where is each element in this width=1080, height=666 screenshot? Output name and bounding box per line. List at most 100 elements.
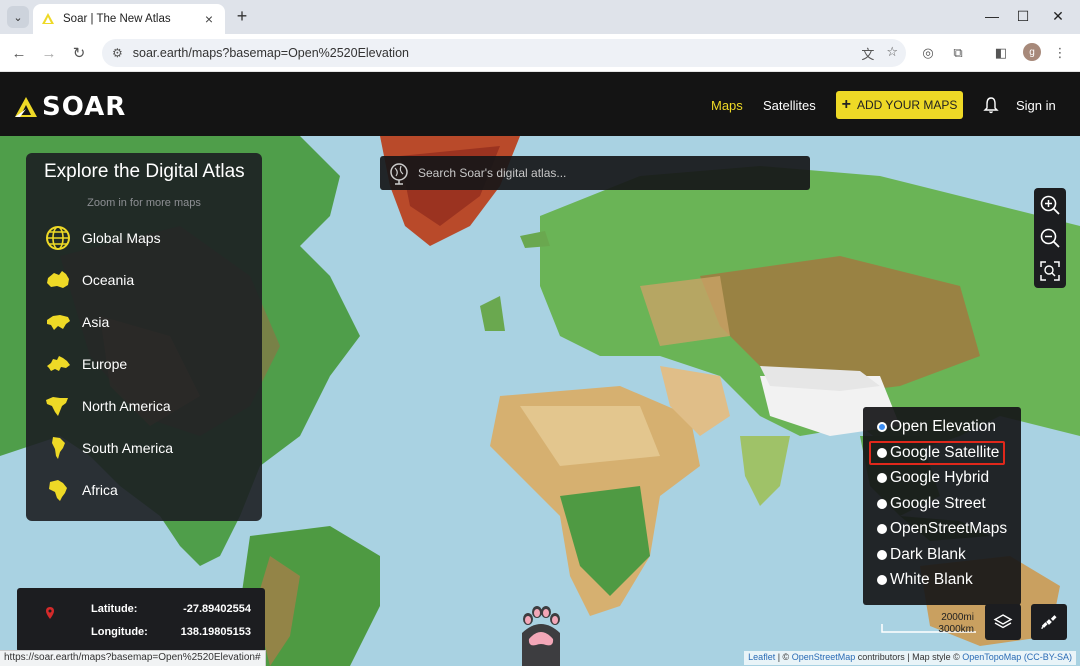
map-pin-icon [46, 607, 54, 619]
globe-search-icon [390, 163, 408, 185]
region-africa[interactable]: Africa [44, 476, 118, 504]
forward-button[interactable]: → [38, 42, 60, 64]
longitude-value: 138.19805153 [180, 626, 251, 638]
basemap-option-google-hybrid[interactable]: Google Hybrid [877, 467, 989, 489]
radio-selected-icon[interactable] [877, 422, 887, 432]
soar-logo[interactable]: SOAR [14, 92, 126, 122]
site-header: SOAR Maps Satellites + ADD YOUR MAPS Sig… [0, 72, 1080, 136]
basemap-option-dark-blank[interactable]: Dark Blank [877, 544, 966, 566]
zoom-out-icon [1040, 228, 1060, 248]
region-label: Europe [82, 356, 128, 372]
coordinates-panel: Latitude: -27.89402554 Longitude: 138.19… [17, 588, 265, 652]
explore-panel: Explore the Digital Atlas Zoom in for mo… [26, 153, 262, 521]
nav-satellites-link[interactable]: Satellites [763, 98, 816, 113]
tab-close-icon[interactable]: × [201, 11, 217, 27]
leaflet-link[interactable]: Leaflet [748, 652, 775, 662]
tab-strip: ⌄ Soar | The New Atlas × + — ☐ ✕ [0, 0, 1080, 34]
address-url: soar.earth/maps?basemap=Open%2520Elevati… [132, 46, 409, 60]
extension-icon[interactable]: ◎ [918, 43, 938, 63]
license-link[interactable]: (CC-BY-SA) [1024, 652, 1072, 662]
atlas-search-bar[interactable] [380, 156, 810, 190]
australia-icon [47, 271, 69, 288]
browser-toolbar: ← → ↻ ⚙ soar.earth/maps?basemap=Open%252… [0, 34, 1080, 72]
region-global-maps[interactable]: Global Maps [44, 224, 161, 252]
attrib-sep: | © [775, 652, 792, 662]
openstreetmap-link[interactable]: OpenStreetMap [792, 652, 856, 662]
opentopomap-link[interactable]: OpenTopoMap [962, 652, 1021, 662]
region-europe[interactable]: Europe [44, 350, 127, 378]
address-bar[interactable]: ⚙ soar.earth/maps?basemap=Open%2520Eleva… [102, 39, 906, 67]
basemap-option-openstreetmaps[interactable]: OpenStreetMaps [877, 518, 1007, 540]
region-asia[interactable]: Asia [44, 308, 109, 336]
basemap-label: White Blank [890, 571, 973, 588]
basemap-label: Google Street [890, 495, 986, 512]
bookmark-star-icon[interactable]: ☆ [886, 44, 898, 63]
tab-search-button[interactable]: ⌄ [7, 6, 29, 28]
layers-icon [993, 614, 1013, 629]
radio-icon[interactable] [877, 550, 887, 560]
maximize-button[interactable]: ☐ [1011, 6, 1035, 26]
region-south-america[interactable]: South America [44, 434, 173, 462]
logo-text: SOAR [42, 92, 127, 122]
plus-icon: + [841, 96, 851, 113]
sign-in-link[interactable]: Sign in [1016, 98, 1056, 113]
region-label: Oceania [82, 272, 135, 288]
soar-favicon-icon [42, 13, 54, 24]
region-oceania[interactable]: Oceania [44, 266, 134, 294]
browser-status-bar: https://soar.earth/maps?basemap=Open%252… [0, 650, 266, 666]
notification-bell-icon[interactable] [983, 96, 999, 114]
fit-view-button[interactable] [1036, 257, 1064, 285]
layers-button[interactable] [985, 604, 1021, 640]
zoom-extent-icon [1040, 261, 1060, 281]
nav-maps-link[interactable]: Maps [711, 98, 743, 113]
highlight-box [869, 441, 1005, 465]
region-label: North America [82, 398, 171, 414]
back-button[interactable]: ← [8, 42, 30, 64]
add-your-maps-label: ADD YOUR MAPS [856, 98, 958, 112]
minimize-button[interactable]: — [980, 6, 1004, 26]
radio-icon[interactable] [877, 575, 887, 585]
basemap-option-white-blank[interactable]: White Blank [877, 569, 973, 591]
browser-window: ⌄ Soar | The New Atlas × + — ☐ ✕ ← → ↻ ⚙… [0, 0, 1080, 666]
latitude-label: Latitude: [91, 603, 138, 615]
europe-icon [47, 356, 70, 371]
basemap-option-open-elevation[interactable]: Open Elevation [877, 416, 996, 438]
zoom-out-button[interactable] [1036, 224, 1064, 252]
radio-icon[interactable] [877, 524, 887, 534]
map-attribution: Leaflet | © OpenStreetMap contributors |… [744, 651, 1076, 665]
extensions-puzzle-icon[interactable]: ⧉ [948, 43, 968, 63]
satellite-button[interactable] [1031, 604, 1067, 640]
profile-avatar[interactable]: g [1023, 43, 1041, 61]
region-label: South America [82, 440, 174, 456]
basemap-option-google-street[interactable]: Google Street [877, 493, 986, 515]
region-north-america[interactable]: North America [44, 392, 171, 420]
basemap-label: Dark Blank [890, 546, 966, 563]
tab-title: Soar | The New Atlas [63, 13, 171, 25]
region-label: Global Maps [82, 230, 161, 246]
reload-button[interactable]: ↻ [68, 42, 90, 64]
translate-icon[interactable]: 文 [861, 44, 874, 63]
zoom-in-icon [1040, 195, 1060, 215]
map-scale: 2000mi 3000km [880, 612, 978, 636]
basemap-label: Open Elevation [890, 418, 996, 435]
browser-tab[interactable]: Soar | The New Atlas × [33, 4, 225, 34]
south-america-icon [52, 437, 65, 459]
basemap-selector: Open Elevation Google Satellite Google H… [863, 407, 1021, 605]
zoom-in-button[interactable] [1036, 191, 1064, 219]
radio-icon[interactable] [877, 499, 887, 509]
soar-logo-icon [15, 97, 37, 117]
search-input[interactable] [418, 164, 798, 182]
latitude-value: -27.89402554 [183, 603, 251, 615]
paw-icon[interactable] [516, 603, 566, 666]
side-panel-icon[interactable]: ◧ [991, 43, 1011, 63]
radio-icon[interactable] [877, 473, 887, 483]
add-your-maps-button[interactable]: + ADD YOUR MAPS [836, 91, 963, 119]
north-america-icon [46, 397, 68, 416]
close-window-button[interactable]: ✕ [1046, 6, 1070, 26]
site-info-icon[interactable]: ⚙ [112, 46, 123, 60]
basemap-label: OpenStreetMaps [890, 520, 1008, 537]
attrib-mid: contributors | Map style © [855, 652, 963, 662]
new-tab-button[interactable]: + [232, 6, 252, 26]
satellite-icon [1041, 615, 1057, 630]
more-menu-icon[interactable]: ⋮ [1050, 43, 1070, 63]
